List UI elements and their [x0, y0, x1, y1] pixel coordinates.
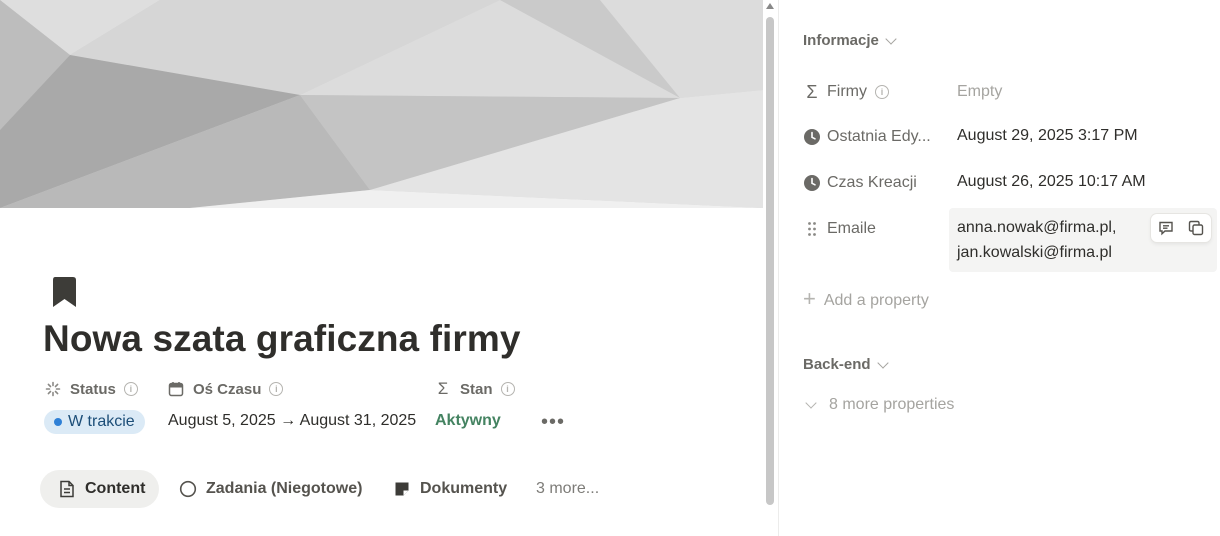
chevron-down-icon — [876, 356, 889, 369]
more-properties-label: 8 more properties — [829, 396, 955, 413]
czas-kreacji-value[interactable]: August 26, 2025 10:17 AM — [957, 173, 1146, 191]
more-options-icon[interactable]: ••• — [541, 411, 565, 434]
properties-sidebar: Informacje Σ Firmy i Empty Ostatnia Edy.… — [779, 0, 1220, 536]
status-icon — [45, 381, 61, 397]
property-label: Czas Kreacji — [827, 174, 917, 191]
property-firmy[interactable]: Σ Firmy i — [803, 81, 889, 103]
emaile-value-box[interactable]: anna.nowak@firma.pl, jan.kowalski@firma.… — [949, 208, 1217, 272]
info-icon[interactable]: i — [874, 85, 889, 99]
status-badge[interactable]: W trakcie — [44, 410, 145, 434]
firmy-value[interactable]: Empty — [957, 83, 1002, 101]
property-label: Oś Czasu — [193, 380, 262, 398]
tab-content[interactable]: Content — [40, 470, 160, 508]
scrollbar-thumb[interactable] — [766, 17, 774, 505]
add-property-button[interactable]: + Add a property — [803, 286, 929, 312]
chevron-down-icon — [805, 397, 817, 409]
clock-icon — [803, 174, 821, 192]
sigma-icon: Σ — [806, 81, 818, 102]
property-label: Emaile — [827, 220, 876, 237]
tab-label: Content — [85, 480, 146, 497]
info-icon[interactable]: i — [500, 382, 515, 396]
property-czas-kreacji[interactable]: Czas Kreacji — [803, 172, 917, 194]
section-title: Back-end — [803, 356, 871, 373]
tab-zadania[interactable]: Zadania (Niegotowe) — [179, 470, 362, 508]
page-main: Nowa szata graficzna firmy Status i Oś C… — [0, 0, 778, 536]
ostatnia-edycja-value[interactable]: August 29, 2025 3:17 PM — [957, 127, 1138, 145]
section-back-end[interactable]: Back-end — [803, 356, 889, 373]
state-value[interactable]: Aktywny — [435, 412, 501, 430]
status-value: W trakcie — [68, 413, 135, 430]
scrollbar[interactable] — [763, 0, 778, 536]
calendar-icon — [168, 381, 184, 397]
scroll-up-arrow-icon[interactable] — [766, 3, 774, 9]
info-icon[interactable]: i — [123, 382, 138, 396]
property-label: Firmy — [827, 83, 867, 100]
status-dot — [54, 418, 62, 426]
section-informacje[interactable]: Informacje — [803, 32, 897, 49]
cover-image[interactable] — [0, 0, 763, 208]
drag-handle-icon[interactable] — [803, 220, 821, 238]
property-emaile[interactable]: Emaile — [803, 218, 876, 240]
section-title: Informacje — [803, 32, 879, 49]
email-line[interactable]: anna.nowak@firma.pl, — [957, 219, 1116, 237]
page-title[interactable]: Nowa szata graficzna firmy — [43, 318, 521, 360]
property-state-header[interactable]: Σ Stan i — [435, 379, 515, 398]
tab-more[interactable]: 3 more... — [536, 470, 599, 508]
property-status-header[interactable]: Status i — [45, 380, 138, 398]
document-icon — [58, 480, 76, 498]
property-timeline-header[interactable]: Oś Czasu i — [168, 380, 284, 398]
email-line[interactable]: jan.kowalski@firma.pl — [957, 244, 1112, 262]
add-property-label: Add a property — [823, 291, 929, 309]
circle-icon — [179, 480, 197, 498]
bookmark-icon[interactable] — [52, 276, 78, 308]
sigma-icon: Σ — [437, 379, 449, 398]
tab-label: Zadania (Niegotowe) — [206, 480, 363, 497]
timeline-value[interactable]: August 5, 2025 → August 31, 2025 — [168, 412, 416, 430]
tab-label: Dokumenty — [420, 480, 508, 497]
property-label: Stan — [460, 380, 493, 398]
property-ostatnia-edycja[interactable]: Ostatnia Edy... — [803, 126, 931, 148]
comment-icon[interactable] — [1151, 214, 1181, 242]
tab-dokumenty[interactable]: Dokumenty — [393, 470, 507, 508]
chevron-down-icon — [885, 32, 897, 45]
copy-icon[interactable] — [1181, 214, 1211, 242]
property-label: Status — [70, 380, 116, 398]
more-properties-toggle[interactable]: 8 more properties — [803, 396, 954, 414]
info-icon[interactable]: i — [269, 382, 284, 396]
property-label: Ostatnia Edy... — [827, 128, 931, 145]
note-icon — [393, 480, 411, 498]
clock-icon — [803, 128, 821, 146]
email-actions — [1151, 214, 1211, 242]
plus-icon: + — [803, 286, 816, 311]
